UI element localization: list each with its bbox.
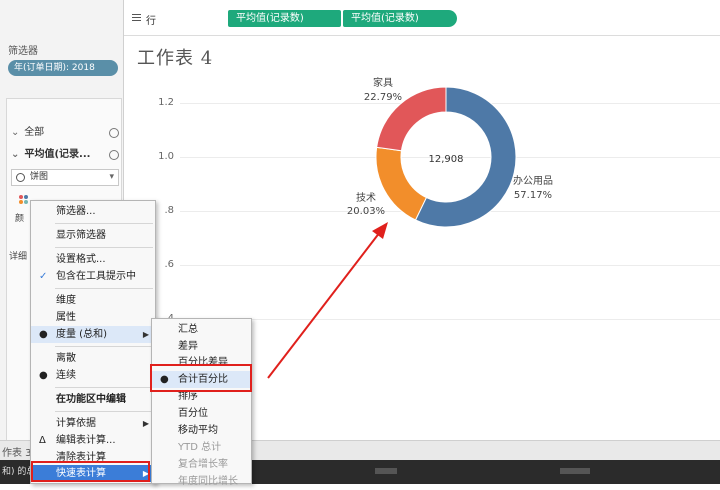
quick-table-calc-submenu: 汇总 差异 百分比差异 ● 合计百分比 排序 百分位 移动平均 YTD 总计 复… bbox=[151, 318, 252, 487]
submenu-item-yoy-growth: 年度同比增长 bbox=[178, 476, 238, 487]
slice-label-tech-name: 技术 bbox=[356, 191, 376, 204]
menu-item-continuous[interactable]: ● 连续 bbox=[31, 367, 155, 384]
menu-item-show-filter[interactable]: 显示筛选器 bbox=[31, 227, 155, 244]
annotation-arrow-line bbox=[267, 231, 381, 379]
slice-label-furniture-name: 家具 bbox=[373, 76, 393, 89]
submenu-arrow-icon: ▶ bbox=[142, 419, 149, 428]
check-icon: ✓ bbox=[39, 271, 48, 282]
submenu-item-difference[interactable]: 差异 bbox=[152, 338, 251, 355]
submenu-arrow-icon: ▶ bbox=[142, 330, 149, 339]
status-segment bbox=[375, 468, 397, 474]
menu-item-filter[interactable]: 筛选器... bbox=[31, 203, 155, 220]
submenu-item-running-total[interactable]: 汇总 bbox=[152, 321, 251, 338]
menu-item-attribute[interactable]: 属性 bbox=[31, 309, 155, 326]
submenu-item-ytd-total: YTD 总计 bbox=[178, 442, 222, 453]
submenu-item-percentile[interactable]: 百分位 bbox=[152, 405, 251, 422]
slice-label-office-name: 办公用品 bbox=[513, 174, 553, 187]
radio-dot-icon: ● bbox=[39, 370, 48, 381]
slice-label-furniture-pct: 22.79% bbox=[364, 92, 402, 103]
donut-center-label: 12,908 bbox=[429, 154, 464, 165]
radio-dot-icon: ● bbox=[39, 329, 48, 340]
submenu-item-moving-average[interactable]: 移动平均 bbox=[152, 422, 251, 439]
menu-item-compute-using[interactable]: 计算依据 ▶ bbox=[31, 415, 155, 432]
menu-item-discrete[interactable]: 离散 bbox=[31, 350, 155, 367]
field-context-menu: 筛选器... 显示筛选器 设置格式... ✓ 包含在工具提示中 维度 属性 ● … bbox=[30, 200, 156, 484]
menu-item-dimension[interactable]: 维度 bbox=[31, 292, 155, 309]
submenu-item-cagr: 复合增长率 bbox=[178, 459, 228, 470]
sheet-tab[interactable]: 作表 3 bbox=[0, 444, 32, 459]
menu-item-measure[interactable]: ● 度量 (总和) ▶ bbox=[31, 326, 155, 343]
slice-label-tech-pct: 20.03% bbox=[347, 206, 385, 217]
status-segment bbox=[560, 468, 590, 474]
delta-icon: Δ bbox=[39, 435, 46, 446]
menu-item-edit-table-calc[interactable]: Δ 编辑表计算... bbox=[31, 432, 155, 449]
annotation-arrow-head bbox=[372, 222, 388, 239]
annotation-box-percent-of-total bbox=[150, 364, 252, 392]
menu-item-edit-in-shelf[interactable]: 在功能区中编辑 bbox=[31, 391, 155, 408]
annotation-box-quick-calc bbox=[31, 461, 150, 482]
slice-label-office-pct: 57.17% bbox=[514, 190, 552, 201]
menu-item-format[interactable]: 设置格式... bbox=[31, 251, 155, 268]
menu-item-include-tooltip[interactable]: ✓ 包含在工具提示中 bbox=[31, 268, 155, 285]
